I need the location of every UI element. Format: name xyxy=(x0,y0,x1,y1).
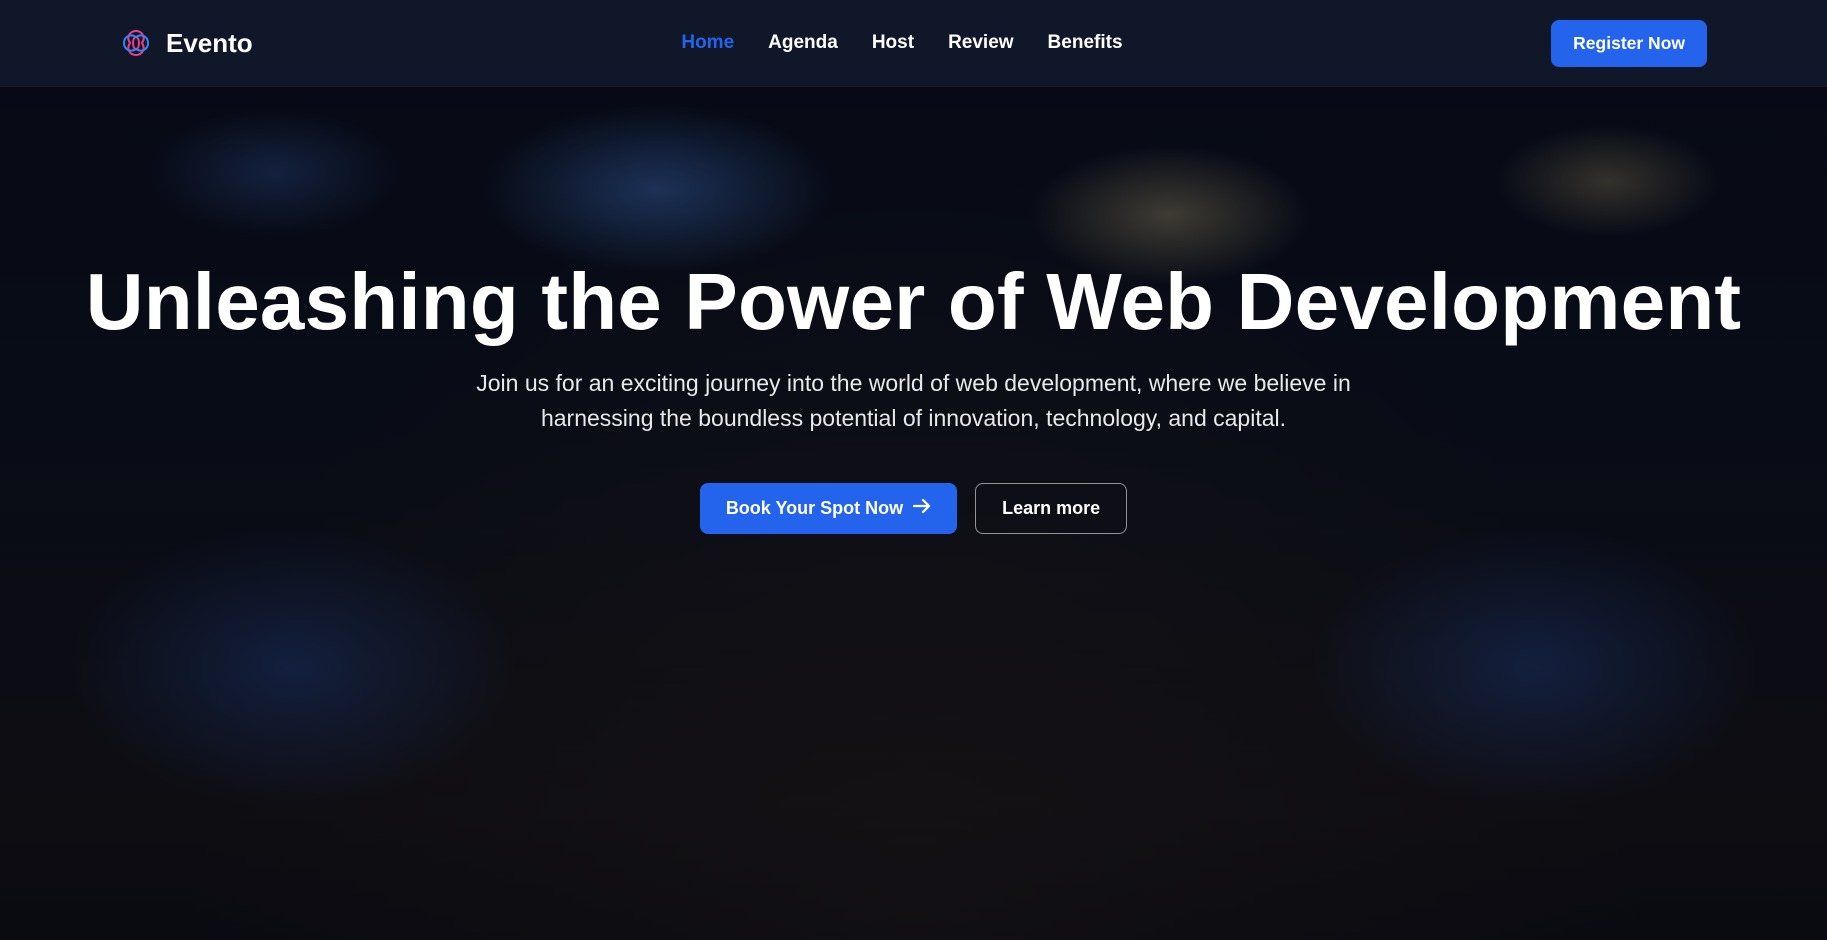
hero-title: Unleashing the Power of Web Development xyxy=(86,262,1741,342)
navbar: Evento Home Agenda Host Review Benefits … xyxy=(0,0,1827,87)
brand-name: Evento xyxy=(166,28,253,59)
register-button[interactable]: Register Now xyxy=(1551,20,1707,67)
cta-primary-label: Book Your Spot Now xyxy=(726,498,903,519)
arrow-right-icon xyxy=(913,498,931,519)
nav-item-home[interactable]: Home xyxy=(681,32,734,53)
nav-links: Home Agenda Host Review Benefits xyxy=(681,32,1122,54)
nav-item-host[interactable]: Host xyxy=(872,32,914,53)
nav-item-review[interactable]: Review xyxy=(948,32,1013,53)
hero-buttons: Book Your Spot Now Learn more xyxy=(700,483,1127,534)
nav-item-benefits[interactable]: Benefits xyxy=(1048,32,1123,53)
nav-item-agenda[interactable]: Agenda xyxy=(768,32,838,53)
brand[interactable]: Evento xyxy=(120,27,253,59)
logo-icon xyxy=(120,27,152,59)
learn-more-button[interactable]: Learn more xyxy=(975,483,1127,534)
book-spot-button[interactable]: Book Your Spot Now xyxy=(700,483,957,534)
hero-subtitle: Join us for an exciting journey into the… xyxy=(474,366,1354,435)
hero-section: Unleashing the Power of Web Development … xyxy=(0,87,1827,940)
